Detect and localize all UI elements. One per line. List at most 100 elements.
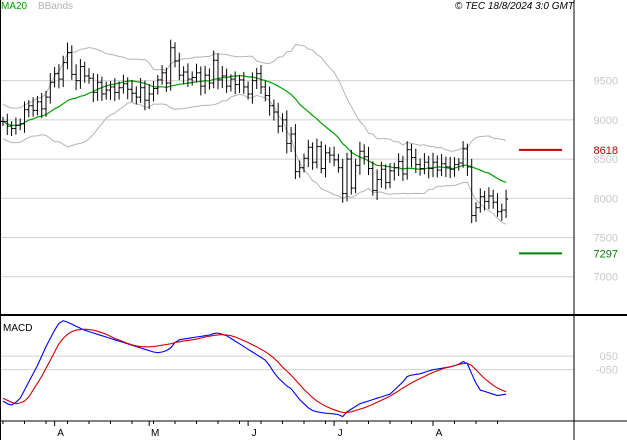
price-bar	[405, 141, 410, 180]
price-bar	[357, 141, 362, 175]
macd-line	[2, 320, 507, 418]
price-bar	[478, 188, 483, 213]
price-bar	[297, 160, 302, 178]
x-tick-label: J	[252, 428, 257, 439]
price-bar	[474, 202, 478, 222]
price-bar	[362, 144, 367, 165]
price-bar	[82, 61, 87, 83]
price-bar	[409, 143, 414, 168]
price-bar	[177, 52, 182, 81]
price-bar	[190, 71, 195, 86]
price-bar	[194, 63, 199, 83]
price-bar	[104, 81, 109, 100]
y-tick-label: 9000	[594, 115, 618, 127]
price-bar	[181, 66, 186, 85]
price-bar	[499, 203, 504, 221]
price-bar	[353, 158, 358, 194]
price-bar	[443, 156, 448, 178]
price-bar	[332, 146, 337, 167]
price-bar	[375, 169, 380, 200]
price-bar	[302, 153, 306, 173]
price-bar	[203, 65, 208, 95]
price-bar	[439, 154, 444, 177]
price-bar	[147, 83, 152, 110]
x-tick-label: A	[57, 428, 64, 439]
y-tick-label: 8000	[594, 193, 618, 205]
price-bar	[319, 141, 324, 174]
level-label: 8618	[594, 145, 618, 157]
price-bar	[310, 142, 315, 170]
price-bar	[284, 110, 289, 154]
x-tick-label: M	[151, 428, 159, 439]
macd-panel: 050 -050	[0, 320, 618, 418]
price-bar	[392, 162, 397, 181]
price-bar	[95, 74, 100, 101]
ma20-line	[2, 74, 507, 183]
price-bar	[216, 53, 220, 90]
chart-canvas: 950090008500800075007000 86187297 050-05…	[0, 0, 627, 440]
price-bar	[491, 189, 496, 209]
price-bar	[168, 39, 173, 91]
price-bar	[461, 141, 466, 168]
price-bar	[340, 158, 345, 203]
legend: MA20 BBands	[1, 1, 73, 12]
price-bar	[78, 59, 83, 89]
price-bar	[108, 81, 113, 100]
x-tick-label: J	[338, 428, 343, 439]
x-axis-labels: AMJJA	[2, 421, 498, 439]
price-bar	[289, 127, 294, 153]
price-bar	[237, 74, 242, 93]
price-bar	[211, 50, 216, 89]
price-bar	[117, 81, 122, 100]
price-bar	[469, 158, 474, 224]
price-bar	[504, 189, 509, 218]
macd-tick-label: 050	[600, 351, 618, 363]
level-label: 7297	[594, 248, 618, 260]
price-bar	[314, 138, 319, 169]
axes	[0, 0, 627, 440]
price-bar	[112, 78, 117, 101]
price-bar	[293, 124, 298, 179]
y-tick-label: 7000	[594, 272, 618, 284]
price-bar	[241, 71, 246, 94]
price-bar	[69, 45, 74, 80]
price-bar	[134, 86, 139, 105]
price-bar	[121, 74, 126, 94]
price-bar	[65, 42, 70, 70]
copyright-text: © TEC 18/8/2024 3:0 GMT	[455, 1, 575, 12]
x-tick-label: A	[436, 428, 443, 439]
price-bar	[1, 116, 5, 127]
grid	[0, 80, 574, 278]
price-bar	[160, 65, 165, 85]
price-bars	[1, 39, 509, 224]
price-bar	[349, 149, 354, 195]
price-bar	[465, 143, 470, 176]
price-bar	[9, 121, 14, 137]
price-bar	[422, 153, 427, 175]
y-tick-label: 7500	[594, 233, 618, 245]
price-bar	[396, 153, 401, 177]
price-bar	[155, 75, 160, 95]
price-bar	[327, 147, 332, 163]
bband-upper	[2, 44, 507, 152]
price-bar	[173, 42, 177, 68]
price-bar	[431, 152, 435, 178]
price-bar	[418, 158, 423, 176]
price-bar	[267, 86, 272, 116]
legend-ma20: MA20	[1, 1, 28, 12]
price-bar	[52, 67, 57, 88]
price-bar	[91, 73, 96, 103]
macd-tick-label: -050	[596, 365, 618, 377]
macd-title: MACD	[3, 323, 32, 334]
price-bar	[448, 156, 453, 179]
legend-bbands: BBands	[38, 1, 73, 12]
price-bar	[130, 79, 134, 102]
price-bar	[74, 64, 79, 91]
price-bar	[164, 67, 169, 92]
price-bar	[452, 157, 457, 177]
price-bar	[233, 71, 238, 95]
price-bar	[495, 193, 500, 217]
price-bar	[151, 81, 156, 102]
y-tick-label: 9500	[594, 76, 618, 88]
price-bar	[383, 164, 388, 190]
